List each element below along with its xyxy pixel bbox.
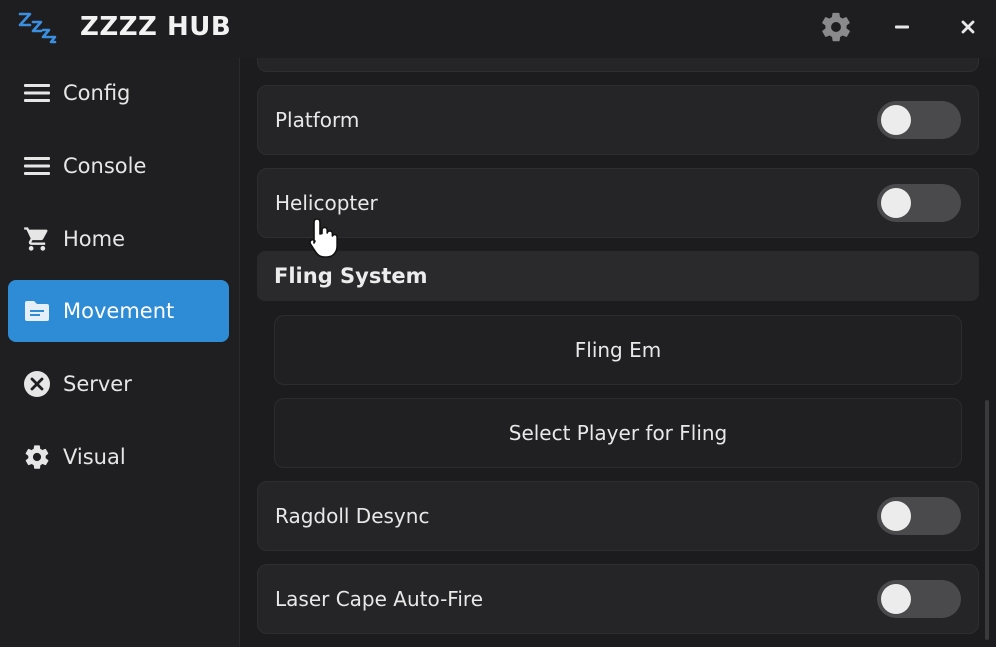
- platform-toggle[interactable]: [877, 101, 961, 139]
- ragdoll-desync-toggle[interactable]: [877, 497, 961, 535]
- toggle-label: Ragdoll Desync: [275, 504, 430, 528]
- fling-em-button[interactable]: Fling Em: [274, 315, 962, 385]
- toggle-label: Platform: [275, 108, 360, 132]
- title-bar: ZZZZ HUB: [0, 0, 996, 58]
- laser-cape-toggle[interactable]: [877, 580, 961, 618]
- zzz-logo-icon: [18, 12, 57, 44]
- content-scrollbar[interactable]: [985, 400, 989, 640]
- sidebar-item-home[interactable]: Home: [8, 208, 229, 270]
- minimize-icon: [895, 25, 909, 29]
- toggle-row-helicopter: Helicopter: [257, 168, 979, 238]
- sidebar-item-label: Home: [63, 227, 126, 251]
- close-circle-icon: [22, 369, 52, 399]
- toggle-knob: [881, 105, 911, 135]
- gear-icon: [22, 442, 52, 472]
- minimize-button[interactable]: [884, 8, 920, 46]
- section-title: Fling System: [274, 264, 428, 288]
- app-title: ZZZZ HUB: [80, 12, 232, 42]
- sidebar-item-label: Console: [63, 154, 147, 178]
- sidebar-item-label: Movement: [63, 299, 175, 323]
- close-icon: [961, 20, 975, 34]
- sidebar-item-server[interactable]: Server: [8, 353, 229, 415]
- content-panel: Platform Helicopter Fling System Fling E…: [241, 58, 996, 647]
- menu-icon: [22, 151, 52, 181]
- toggle-row-ragdoll-desync: Ragdoll Desync: [257, 481, 979, 551]
- settings-button[interactable]: [816, 8, 856, 46]
- toggle-label: Helicopter: [275, 191, 378, 215]
- card-partial: [257, 58, 979, 72]
- gear-icon: [822, 12, 850, 42]
- toggle-label: Laser Cape Auto-Fire: [275, 587, 483, 611]
- sidebar-item-visual[interactable]: Visual: [8, 426, 229, 488]
- sidebar-item-label: Config: [63, 81, 131, 105]
- cart-icon: [22, 224, 52, 254]
- section-header-fling: Fling System: [257, 251, 979, 301]
- close-button[interactable]: [950, 8, 986, 46]
- folder-icon: [22, 296, 52, 326]
- toggle-row-laser-cape: Laser Cape Auto-Fire: [257, 564, 979, 634]
- sidebar-item-config[interactable]: Config: [8, 62, 229, 124]
- sidebar-item-console[interactable]: Console: [8, 135, 229, 197]
- select-player-for-fling-button[interactable]: Select Player for Fling: [274, 398, 962, 468]
- hand-pointer-icon: [309, 218, 338, 258]
- helicopter-toggle[interactable]: [877, 184, 961, 222]
- sidebar-item-label: Server: [63, 372, 132, 396]
- toggle-knob: [881, 501, 911, 531]
- sidebar-item-label: Visual: [63, 445, 126, 469]
- toggle-knob: [881, 188, 911, 218]
- menu-icon: [22, 78, 52, 108]
- sidebar: Config Console Home Movement Server Visu…: [0, 58, 240, 647]
- toggle-row-platform: Platform: [257, 85, 979, 155]
- toggle-knob: [881, 584, 911, 614]
- sidebar-item-movement[interactable]: Movement: [8, 280, 229, 342]
